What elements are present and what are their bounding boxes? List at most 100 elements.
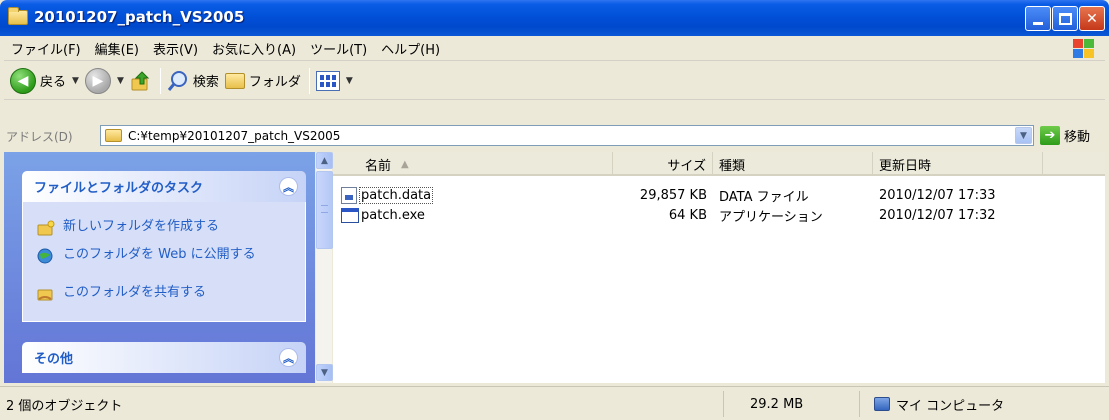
menu-edit[interactable]: 編集(E) [88,39,146,58]
windows-logo-icon [1071,38,1095,58]
file-type: アプリケーション [719,210,823,225]
status-bar: 2 個のオブジェクト 29.2 MB マイ コンピュータ [0,386,1109,420]
chevron-down-icon[interactable]: ▼ [346,76,353,86]
collapse-icon[interactable]: ︽ [279,177,298,196]
chevron-down-icon[interactable]: ▼ [117,76,124,86]
menu-favorites[interactable]: お気に入り(A) [205,39,303,58]
new-folder-icon [37,220,55,236]
search-button[interactable]: 検索 [167,65,219,97]
views-icon [315,70,340,91]
file-modified: 2010/12/07 17:32 [879,208,996,223]
scroll-down-button[interactable]: ▼ [316,364,333,381]
task-publish-web-label: このフォルダを Web に公開する [63,247,256,262]
zone-text: マイ コンピュータ [896,398,1005,414]
file-folder-tasks-title: ファイルとフォルダのタスク [34,181,204,196]
views-button[interactable]: ▼ [315,65,353,97]
standard-toolbar: ◀ 戻る ▼ ▶ ▼ 検索 フォルダ ▼ [4,62,1105,100]
file-size: 29,857 KB [639,188,707,203]
globe-icon [37,248,53,264]
file-list: 名前 ▲ サイズ 種類 更新日時 patch.data 29,857 KB DA… [333,152,1105,383]
address-input[interactable]: C:¥temp¥20101207_patch_VS2005 ▼ [100,125,1034,146]
task-pane-scrollbar[interactable]: ▲ ▼ [315,152,333,383]
forward-button[interactable]: ▶ ▼ [84,65,124,97]
file-folder-tasks-body: 新しいフォルダを作成する このフォルダを Web に公開する このフォルダを共有… [22,202,306,322]
task-share-folder[interactable]: このフォルダを共有する [37,286,293,302]
menu-tools[interactable]: ツール(T) [303,39,374,58]
column-type-label: 種類 [719,158,746,174]
sort-ascending-icon: ▲ [401,158,409,170]
go-arrow-icon: ➔ [1040,126,1060,145]
chevron-down-icon: ▼ [1020,130,1027,141]
folder-icon [105,129,122,142]
menu-bar: ファイル(F) 編集(E) 表示(V) お気に入り(A) ツール(T) ヘルプ(… [4,36,1105,61]
scroll-thumb[interactable] [316,171,333,249]
address-dropdown-button[interactable]: ▼ [1015,127,1032,144]
task-new-folder-label: 新しいフォルダを作成する [63,219,220,234]
file-name-cell: patch.exe [333,208,613,223]
toolbar-separator [159,67,161,94]
scroll-up-button[interactable]: ▲ [316,152,333,169]
chevron-up-icon: ▲ [321,155,328,166]
column-size-label: サイズ [667,158,706,174]
shared-folder-icon [37,289,53,301]
search-icon [167,70,187,91]
collapse-icon[interactable]: ︽ [279,348,298,367]
go-button[interactable]: ➔ 移動 [1040,126,1090,145]
minimize-button[interactable] [1025,6,1051,31]
menu-file[interactable]: ファイル(F) [4,39,88,58]
folder-icon [224,72,245,89]
column-header-type[interactable]: 種類 [713,152,873,176]
task-pane: ファイルとフォルダのタスク ︽ 新しいフォルダを作成する このフォルダを Web… [4,152,315,383]
application-icon [341,208,359,223]
file-name: patch.exe [361,208,425,223]
other-places-title: その他 [34,352,74,367]
task-new-folder[interactable]: 新しいフォルダを作成する [37,220,293,236]
address-bar: アドレス(D) C:¥temp¥20101207_patch_VS2005 ▼ … [4,124,1105,148]
address-path: C:¥temp¥20101207_patch_VS2005 [128,128,341,143]
maximize-icon [1058,12,1072,25]
table-row[interactable]: patch.exe 64 KB アプリケーション 2010/12/07 17:3… [333,206,1105,225]
column-headers: 名前 ▲ サイズ 種類 更新日時 [333,152,1105,176]
up-folder-button[interactable] [130,65,152,97]
toolbar-separator [308,67,310,94]
go-label: 移動 [1064,130,1091,145]
object-count-text: 2 個のオブジェクト [6,398,123,414]
menu-help[interactable]: ヘルプ(H) [374,39,447,58]
status-zone: マイ コンピュータ [866,391,1106,417]
chevron-down-icon[interactable]: ▼ [72,76,79,86]
title-bar[interactable]: 20101207_patch_VS2005 ✕ [0,0,1109,36]
search-label: 検索 [192,75,219,90]
folders-button[interactable]: フォルダ [224,65,301,97]
file-modified: 2010/12/07 17:33 [879,188,996,203]
forward-arrow-icon: ▶ [84,67,111,94]
up-folder-icon [131,70,150,90]
grip-icon [321,205,328,213]
status-object-count: 2 個のオブジェクト [4,391,724,417]
file-folder-tasks-header[interactable]: ファイルとフォルダのタスク ︽ [22,171,306,202]
column-name-label: 名前 [365,158,392,174]
menu-view[interactable]: 表示(V) [146,39,205,58]
back-arrow-icon: ◀ [10,67,36,94]
column-modified-label: 更新日時 [879,158,932,174]
folders-label: フォルダ [248,75,301,90]
maximize-button[interactable] [1052,6,1078,31]
close-icon: ✕ [1086,10,1098,27]
back-button[interactable]: ◀ 戻る ▼ [10,65,79,97]
column-header-modified[interactable]: 更新日時 [873,152,1043,176]
address-label: アドレス(D) [6,129,73,144]
total-size-text: 29.2 MB [750,396,804,412]
close-button[interactable]: ✕ [1079,6,1105,31]
back-label: 戻る [40,75,67,90]
file-name-cell: patch.data [333,187,613,204]
column-header-name[interactable]: 名前 ▲ [333,152,613,176]
data-file-icon [341,187,357,204]
status-total-size: 29.2 MB [728,391,860,417]
file-size: 64 KB [668,208,707,223]
table-row[interactable]: patch.data 29,857 KB DATA ファイル 2010/12/0… [333,186,1105,205]
other-places-header[interactable]: その他 ︽ [22,342,306,373]
column-header-size[interactable]: サイズ [613,152,713,176]
task-publish-web[interactable]: このフォルダを Web に公開する [37,248,293,264]
window-title: 20101207_patch_VS2005 [34,8,245,26]
file-name: patch.data [359,187,434,204]
folder-icon [8,7,28,25]
